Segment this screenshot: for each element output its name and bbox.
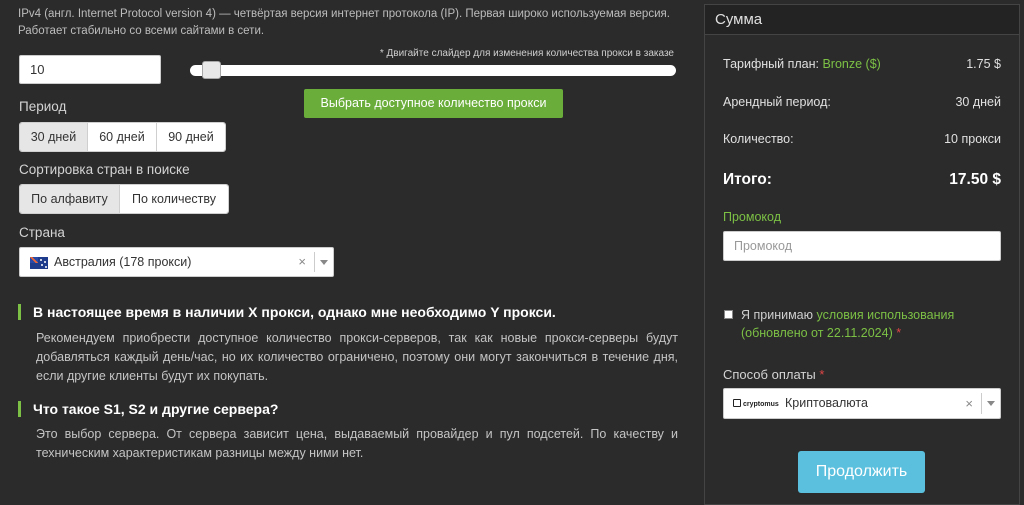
terms-prefix: Я принимаю — [741, 308, 814, 322]
quantity-input[interactable]: 10 — [19, 55, 161, 84]
continue-button[interactable]: Продолжить — [798, 451, 925, 493]
summary-row-total: Итого: 17.50 $ — [723, 171, 1001, 189]
period-selector: 30 дней 60 дней 90 дней — [19, 122, 226, 152]
faq-title-2: Что такое S1, S2 и другие сервера? — [18, 401, 278, 417]
required-mark: * — [819, 367, 825, 382]
faq-title-1: В настоящее время в наличии X прокси, од… — [18, 304, 556, 320]
intro-line-2: Работает стабильно со всеми сайтами в се… — [18, 25, 265, 37]
summary-panel: Сумма Тарифный план: Bronze ($) 1.75 $ А… — [704, 4, 1020, 505]
payment-method-select[interactable]: cryptomus Криптовалюта × — [723, 388, 1001, 419]
period-option-60[interactable]: 60 дней — [88, 123, 157, 151]
period-label: Период — [19, 99, 67, 114]
quantity-summary-label: Количество: — [723, 132, 794, 146]
payment-method-label-text: Способ оплаты — [723, 367, 816, 382]
period-option-30[interactable]: 30 дней — [20, 123, 88, 151]
faq-text-1: Рекомендуем приобрести доступное количес… — [36, 331, 678, 383]
total-label: Итого: — [723, 171, 772, 188]
total-value: 17.50 $ — [949, 171, 1001, 188]
australia-flag-icon — [30, 257, 48, 269]
period-option-90[interactable]: 90 дней — [157, 123, 225, 151]
plan-label: Тарифный план: — [723, 57, 819, 71]
promo-code-input[interactable]: Промокод — [723, 231, 1001, 261]
intro-line-1: IPv4 (англ. Internet Protocol version 4)… — [18, 8, 670, 20]
summary-row-plan: Тарифный план: Bronze ($) 1.75 $ — [723, 57, 1001, 71]
country-label: Страна — [19, 225, 65, 240]
quantity-summary-value: 10 прокси — [944, 132, 1001, 146]
plan-name: Bronze ($) — [822, 57, 881, 71]
plan-price: 1.75 $ — [966, 57, 1001, 71]
order-form: IPv4 (англ. Internet Protocol version 4)… — [0, 0, 700, 505]
clear-icon[interactable]: × — [965, 389, 973, 418]
select-divider — [981, 393, 982, 414]
sort-option-count[interactable]: По количеству — [120, 185, 228, 213]
period-summary-value: 30 дней — [955, 95, 1001, 109]
faq-text-2: Это выбор сервера. От сервера зависит це… — [36, 427, 678, 460]
summary-row-quantity: Количество: 10 прокси — [723, 132, 1001, 146]
terms-agreement: Я принимаю условия использования (обновл… — [723, 306, 1003, 342]
chevron-down-icon[interactable] — [320, 260, 328, 265]
promo-label: Промокод — [723, 210, 782, 224]
pick-available-quantity-button[interactable]: Выбрать доступное количество прокси — [304, 89, 563, 118]
slider-hint: * Двигайте слайдер для изменения количес… — [379, 48, 674, 59]
clear-icon[interactable]: × — [298, 248, 306, 276]
select-divider — [314, 252, 315, 272]
intro-text: IPv4 (англ. Internet Protocol version 4)… — [18, 6, 688, 40]
chevron-down-icon[interactable] — [987, 401, 995, 406]
summary-title: Сумма — [705, 5, 1019, 35]
summary-row-period: Арендный период: 30 дней — [723, 95, 1001, 109]
quantity-slider-track[interactable] — [190, 65, 676, 76]
sort-selector: По алфавиту По количеству — [19, 184, 229, 214]
period-summary-label: Арендный период: — [723, 95, 831, 109]
sort-option-alphabet[interactable]: По алфавиту — [20, 185, 120, 213]
sort-label: Сортировка стран в поиске — [19, 162, 190, 177]
country-select[interactable]: Австралия (178 прокси) × — [19, 247, 334, 277]
cryptomus-logo: cryptomus — [733, 399, 779, 408]
payment-method-value: Криптовалюта — [785, 396, 868, 410]
required-mark: * — [896, 326, 902, 340]
payment-method-label: Способ оплаты * — [723, 367, 824, 382]
terms-checkbox[interactable] — [724, 310, 733, 319]
country-select-value: Австралия (178 прокси) — [54, 255, 192, 269]
quantity-slider-handle[interactable] — [202, 61, 221, 79]
